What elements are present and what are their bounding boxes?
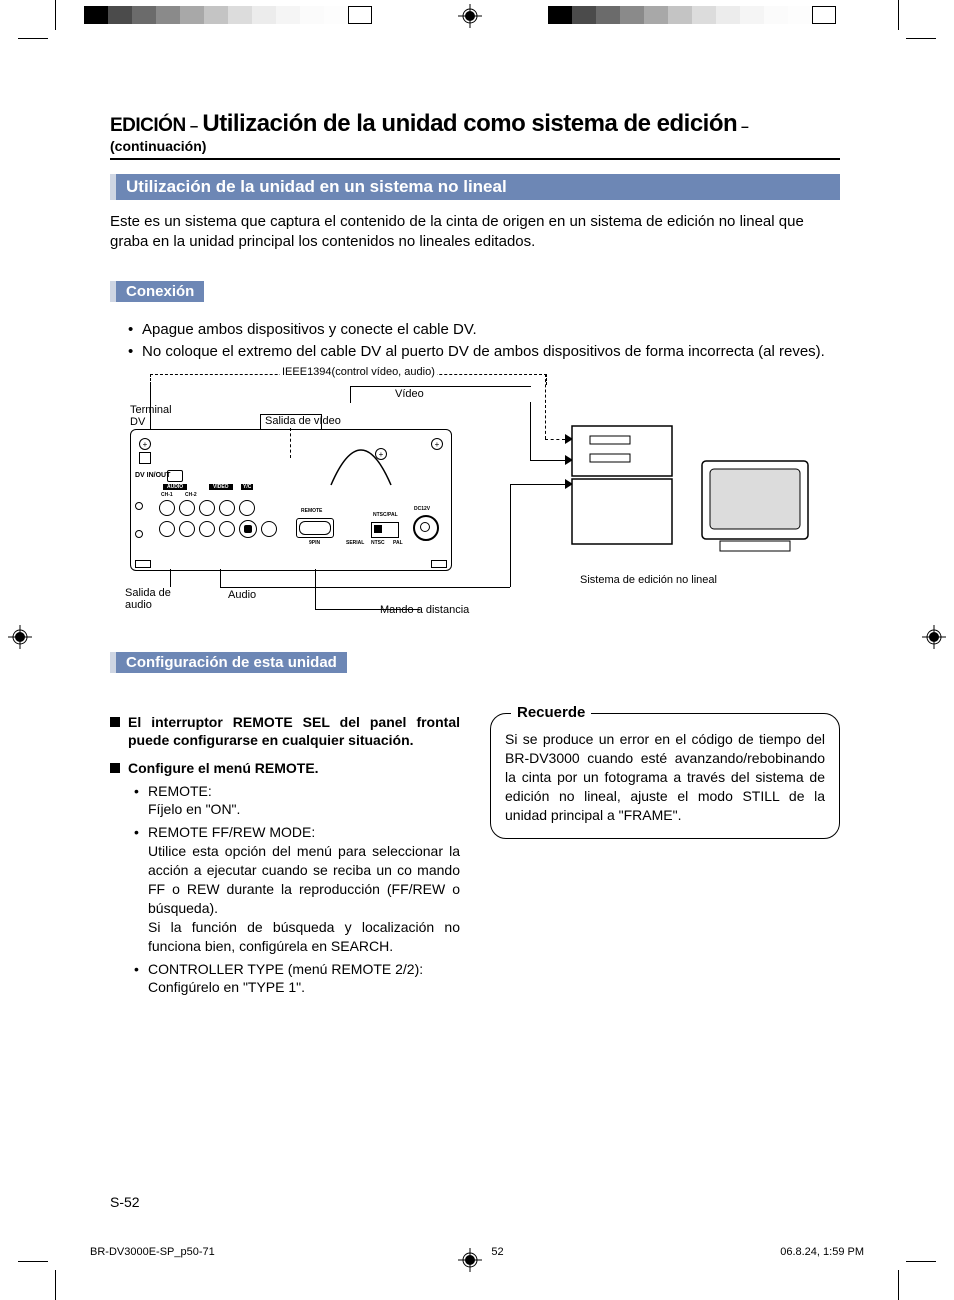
right-column: Recuerde Si se produce un error en el có… [490,703,840,839]
item-body-2: Si la función de búsqueda y localización… [148,918,460,956]
list-item: REMOTE FF/REW MODE: Utilice esta opción … [134,823,460,955]
registration-mark-icon [458,4,482,28]
item-head: REMOTE FF/REW MODE: [148,824,315,840]
panel-label-ntsc-pal: NTSC/PAL [373,512,398,518]
footer-left: BR-DV3000E-SP_p50-71 [90,1246,215,1258]
diagram-label-salida-video: Salida de vídeo [265,415,341,427]
crop-mark [898,0,899,30]
intro-text: Este es un sistema que captura el conten… [110,212,840,253]
square-bullet-icon [110,717,120,727]
square-bullet-item: Configure el menú REMOTE. [110,759,460,777]
sq-bullet-text: Configure el menú REMOTE. [128,759,319,777]
list-item: Apague ambos dispositivos y conecte el c… [128,320,840,340]
left-column: El interruptor REMOTE SEL del panel fron… [110,703,460,1001]
computer-icon [570,424,690,554]
diagram-label-salida-audio: Salida de audio [125,587,180,611]
list-item: REMOTE: Fíjelo en "ON". [134,782,460,820]
remember-title: Recuerde [511,704,591,721]
monitor-icon [700,459,810,554]
page: EDICIÓN – Utilización de la unidad como … [0,0,954,1300]
panel-label-pal: PAL [393,540,403,546]
square-bullet-icon [110,763,120,773]
panel-label-yc: Y/C [241,484,253,490]
panel-label-dc12v: DC12V [414,506,430,512]
crop-mark [18,1261,48,1262]
item-head: CONTROLLER TYPE (menú REMOTE 2/2): [148,961,423,977]
diagram-label-audio: Audio [228,589,256,601]
subsection-heading-config: Configuración de esta unidad [110,652,347,673]
crop-mark [18,38,48,39]
list-item: No coloque el extremo del cable DV al pu… [128,342,840,362]
panel-label-ntsc: NTSC [371,540,385,546]
two-column-layout: El interruptor REMOTE SEL del panel fron… [110,703,840,1001]
panel-label-audio: AUDIO [163,484,187,490]
diagram-label-mando: Mando a distancia [380,604,469,616]
item-body: Fíjelo en "ON". [148,800,460,819]
footer: BR-DV3000E-SP_p50-71 52 06.8.24, 1:59 PM [90,1246,864,1258]
footer-right: 06.8.24, 1:59 PM [780,1246,864,1258]
remember-box: Recuerde Si se produce un error en el có… [490,713,840,839]
footer-center: 52 [491,1246,503,1258]
remember-body: Si se produce un error en el código de t… [505,730,825,824]
title-separator: – [186,118,203,135]
page-title: EDICIÓN – Utilización de la unidad como … [110,110,840,160]
diagram-label-terminal-dv: Terminal DV [130,404,180,428]
connection-bullets: Apague ambos dispositivos y conecte el c… [128,320,840,363]
crop-mark [55,1270,56,1300]
title-prefix: EDICIÓN [110,115,186,136]
crop-mark [55,0,56,30]
square-bullet-item: El interruptor REMOTE SEL del panel fron… [110,713,460,749]
item-body: Configúrelo en "TYPE 1". [148,978,460,997]
config-sub-bullets: REMOTE: Fíjelo en "ON". REMOTE FF/REW MO… [134,782,460,998]
print-color-bar-right [548,6,836,24]
crop-mark [906,38,936,39]
page-number: S-52 [110,1194,140,1210]
panel-label-remote: REMOTE [301,508,322,514]
panel-label-ch1: CH-1 [161,492,173,498]
panel-label-dv-inout: DV IN/OUT [135,472,170,479]
sq-bullet-text: El interruptor REMOTE SEL del panel fron… [128,713,460,749]
panel-label-video: VIDEO [209,484,233,490]
crop-mark [898,1270,899,1300]
print-color-bar-left [84,6,372,24]
section-heading: Utilización de la unidad en un sistema n… [110,174,840,200]
panel-label-ch2: CH-2 [185,492,197,498]
diagram-label-ieee: IEEE1394(control vídeo, audio) [280,366,437,378]
item-body: Utilice esta opción del menú para selecc… [148,842,460,918]
registration-mark-icon [8,625,32,649]
item-head: REMOTE: [148,783,212,799]
title-main: Utilización de la unidad como sistema de… [202,110,737,137]
panel-label-9pin: 9PIN [309,540,320,546]
connection-diagram: IEEE1394(control vídeo, audio) Vídeo Ter… [130,374,820,624]
list-item: CONTROLLER TYPE (menú REMOTE 2/2): Confi… [134,960,460,998]
subsection-heading-connection: Conexión [110,281,204,302]
diagram-label-sistema: Sistema de edición no lineal [580,574,717,586]
content-area: EDICIÓN – Utilización de la unidad como … [110,110,840,1001]
panel-label-serial: SERIAL [346,540,364,546]
crop-mark [906,1261,936,1262]
registration-mark-icon [922,625,946,649]
